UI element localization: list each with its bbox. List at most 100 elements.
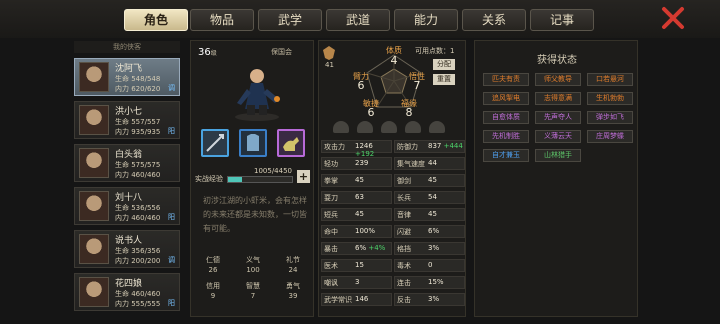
member-card[interactable]: 花四娘 生命 460/460 内力 555/555 阳 bbox=[74, 273, 180, 311]
tab-items[interactable]: 物品 bbox=[190, 9, 254, 31]
skill-slot[interactable] bbox=[381, 121, 397, 133]
level-badge-icon bbox=[323, 46, 335, 60]
status-tag[interactable]: 自才兼玉 bbox=[483, 149, 529, 162]
stat-label: 短兵 bbox=[324, 211, 338, 219]
member-hp: 生命 536/556 bbox=[115, 204, 161, 212]
member-hp: 生命 460/460 bbox=[115, 290, 161, 298]
stat-label: 防御力 bbox=[397, 143, 418, 151]
avatar bbox=[79, 191, 109, 221]
member-mp: 内力 460/460 bbox=[115, 171, 161, 179]
stat-label: 毒术 bbox=[397, 262, 411, 270]
stat-cell: 闪避 6% bbox=[394, 225, 465, 238]
trait-value: 7 bbox=[250, 292, 256, 300]
tab-martial-way[interactable]: 武道 bbox=[326, 9, 390, 31]
stat-value: 3 bbox=[355, 278, 360, 286]
trait-value: 24 bbox=[288, 266, 298, 274]
trait-label: 勇气 bbox=[286, 282, 300, 290]
stat-label: 轻功 bbox=[324, 160, 338, 168]
member-card[interactable]: 洪小七 生命 557/557 内力 935/935 阳 bbox=[74, 101, 180, 139]
trait-value: 9 bbox=[210, 292, 216, 300]
member-name: 说书人 bbox=[115, 236, 143, 246]
member-list-header: 我的侠客 bbox=[74, 41, 180, 53]
tab-abilities[interactable]: 能力 bbox=[394, 9, 458, 31]
weapon-slot[interactable] bbox=[201, 129, 229, 157]
tab-character[interactable]: 角色 bbox=[124, 9, 188, 31]
assign-button[interactable]: 分配 bbox=[433, 59, 455, 70]
member-hp: 生命 356/356 bbox=[115, 247, 161, 255]
stat-value: 45 bbox=[428, 176, 437, 184]
tab-relations[interactable]: 关系 bbox=[462, 9, 526, 31]
trait-value: 26 bbox=[208, 266, 218, 274]
member-name: 白头翁 bbox=[115, 150, 143, 160]
stat-cell: 防御力 837 +444 bbox=[394, 140, 465, 153]
member-name: 洪小七 bbox=[115, 107, 143, 117]
member-card[interactable]: 沈阿飞 生命 548/548 内力 620/620 调 bbox=[74, 58, 180, 96]
member-hp: 生命 548/548 bbox=[115, 75, 161, 83]
stat-value: 44 bbox=[428, 159, 437, 167]
status-tag[interactable]: 匹夫有责 bbox=[483, 73, 529, 86]
avatar bbox=[79, 62, 109, 92]
character-level: 36级 bbox=[198, 47, 217, 58]
skill-slot[interactable] bbox=[429, 121, 445, 133]
stat-cell: 武学常识 146 bbox=[321, 293, 392, 306]
stat-value: 15% bbox=[428, 278, 444, 286]
exp-label: 实战经验 bbox=[195, 175, 223, 183]
member-school-badge: 调 bbox=[168, 256, 175, 264]
trait-value: 39 bbox=[288, 292, 298, 300]
status-tag[interactable]: 师父教导 bbox=[535, 73, 581, 86]
status-tag[interactable]: 弹步如飞 bbox=[587, 111, 633, 124]
stat-label: 拳掌 bbox=[324, 177, 338, 185]
tab-journal[interactable]: 记事 bbox=[530, 9, 594, 31]
tab-martial-arts[interactable]: 武学 bbox=[258, 9, 322, 31]
accessory-slot[interactable] bbox=[277, 129, 305, 157]
member-mp: 内力 460/460 bbox=[115, 214, 161, 222]
status-tag[interactable]: 自愈体质 bbox=[483, 111, 529, 124]
status-tag[interactable]: 义薄云天 bbox=[535, 130, 581, 143]
member-mp: 内力 620/620 bbox=[115, 85, 161, 93]
member-school-badge: 阳 bbox=[168, 213, 175, 221]
member-school-badge: 调 bbox=[168, 84, 175, 92]
skill-slot[interactable] bbox=[405, 121, 421, 133]
exp-bar bbox=[227, 176, 293, 183]
member-card[interactable]: 白头翁 生命 575/575 内力 460/460 bbox=[74, 144, 180, 182]
status-title: 获得状态 bbox=[537, 55, 577, 66]
status-tag[interactable]: 先机制胜 bbox=[483, 130, 529, 143]
member-card[interactable]: 说书人 生命 356/356 内力 200/200 调 bbox=[74, 230, 180, 268]
member-name: 花四娘 bbox=[115, 279, 143, 289]
stat-label: 暴击 bbox=[324, 245, 338, 253]
avatar bbox=[79, 234, 109, 264]
status-tag[interactable]: 志得意满 bbox=[535, 92, 581, 105]
status-tag[interactable]: 口若悬河 bbox=[587, 73, 633, 86]
stat-cell: 嘲讽 3 bbox=[321, 276, 392, 289]
trait-label: 仁德 bbox=[206, 256, 220, 264]
trait-item: 义气 100 bbox=[233, 255, 273, 274]
stat-label: 命中 bbox=[324, 228, 338, 236]
trait-label: 信用 bbox=[206, 282, 220, 290]
status-tag[interactable]: 追风掣电 bbox=[483, 92, 529, 105]
add-exp-button[interactable]: + bbox=[297, 170, 310, 183]
status-tag[interactable]: 先声夺人 bbox=[535, 111, 581, 124]
skill-slot[interactable] bbox=[333, 121, 349, 133]
stat-label: 反击 bbox=[397, 296, 411, 304]
trait-item: 仁德 26 bbox=[193, 255, 233, 274]
trait-label: 礼节 bbox=[286, 256, 300, 264]
member-mp: 内力 935/935 bbox=[115, 128, 161, 136]
armor-slot[interactable] bbox=[239, 129, 267, 157]
stat-cell: 御剑 45 bbox=[394, 174, 465, 187]
status-tag[interactable]: 山林猎手 bbox=[535, 149, 581, 162]
stat-cell: 集气速度 44 bbox=[394, 157, 465, 170]
stat-cell: 长兵 54 bbox=[394, 191, 465, 204]
close-icon[interactable] bbox=[660, 5, 686, 31]
stat-label: 音律 bbox=[397, 211, 411, 219]
skill-slot[interactable] bbox=[357, 121, 373, 133]
status-tag[interactable]: 庄周梦蝶 bbox=[587, 130, 633, 143]
member-card[interactable]: 刘十八 生命 536/556 内力 460/460 阳 bbox=[74, 187, 180, 225]
stat-value: 100% bbox=[355, 227, 376, 235]
member-name: 沈阿飞 bbox=[115, 64, 143, 74]
reset-button[interactable]: 重置 bbox=[433, 74, 455, 85]
attr-value-perception: 7 bbox=[413, 79, 421, 92]
stat-label: 格挡 bbox=[397, 245, 411, 253]
stat-cell: 毒术 0 bbox=[394, 259, 465, 272]
status-tag[interactable]: 生机勃勃 bbox=[587, 92, 633, 105]
stat-cell: 耍刀 63 bbox=[321, 191, 392, 204]
